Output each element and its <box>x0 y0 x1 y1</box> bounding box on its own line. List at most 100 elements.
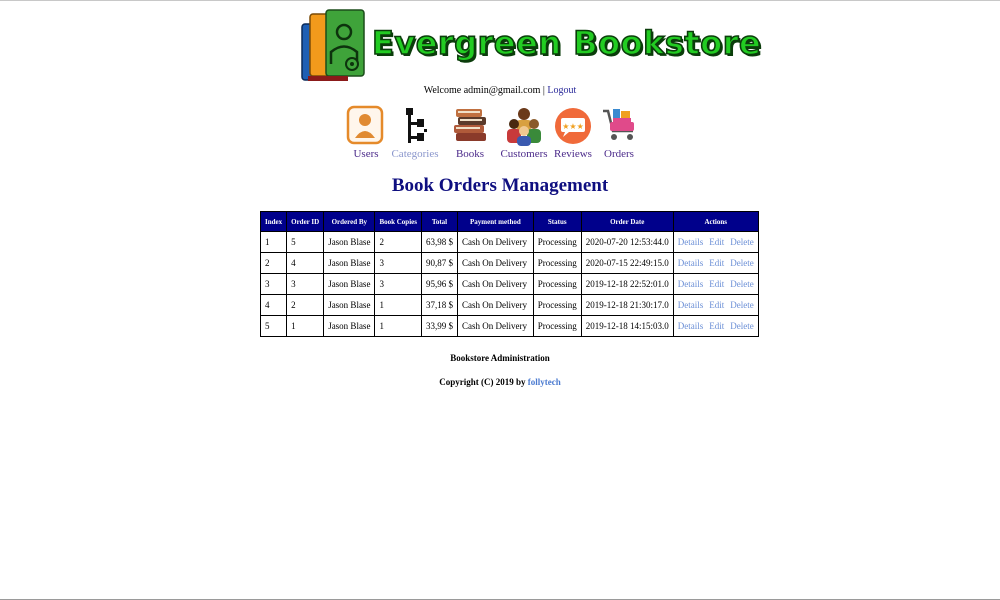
delete-link[interactable]: Delete <box>730 300 753 310</box>
cell-copies: 3 <box>374 273 422 295</box>
details-link[interactable]: Details <box>678 237 704 247</box>
table-row: 1 5 Jason Blase 2 63,98 $ Cash On Delive… <box>259 231 759 253</box>
column-header-actions: Actions <box>672 211 759 232</box>
cell-actions: Details Edit Delete <box>672 273 759 295</box>
cell-copies: 3 <box>374 252 422 274</box>
cell-status: Processing <box>532 252 582 274</box>
cell-payment: Cash On Delivery <box>456 273 534 295</box>
table-header-row: Index Order ID Ordered By Book Copies To… <box>259 211 759 232</box>
edit-link[interactable]: Edit <box>709 300 724 310</box>
column-header-status: Status <box>532 211 582 232</box>
cell-payment: Cash On Delivery <box>456 231 534 253</box>
delete-link[interactable]: Delete <box>730 321 753 331</box>
book-stack-icon <box>454 109 486 141</box>
cell-total: 90,87 $ <box>420 252 458 274</box>
cell-order-date: 2019-12-18 22:52:01.0 <box>580 273 674 295</box>
delete-link[interactable]: Delete <box>730 237 753 247</box>
cell-total: 95,96 $ <box>420 273 458 295</box>
cell-status: Processing <box>532 231 582 253</box>
separator: | <box>542 85 545 96</box>
cell-total: 63,98 $ <box>420 231 458 253</box>
user-icon <box>346 105 384 145</box>
cell-ordered-by: Jason Blase <box>323 273 376 295</box>
cell-order-date: 2020-07-20 12:53:44.0 <box>580 231 674 253</box>
cell-order-id: 4 <box>286 252 325 274</box>
nav-item-books[interactable]: Books <box>442 105 498 160</box>
logout-link[interactable]: Logout <box>547 85 576 96</box>
svg-text:★★★: ★★★ <box>562 122 584 131</box>
delete-link[interactable]: Delete <box>730 279 753 289</box>
details-link[interactable]: Details <box>678 321 704 331</box>
copyright-text: Copyright (C) 2019 by <box>439 377 526 387</box>
cell-index: 1 <box>259 231 288 253</box>
cell-actions: Details Edit Delete <box>672 231 759 253</box>
author-link[interactable]: follytech <box>528 377 561 387</box>
nav-label-customers: Customers <box>500 148 548 160</box>
column-header-order-id: Order ID <box>286 211 325 232</box>
brand-header: Evergreen Bookstore <box>300 8 761 84</box>
nav-label-categories: Categories <box>391 148 439 160</box>
books-admin-logo-icon[interactable] <box>300 8 368 84</box>
cell-ordered-by: Jason Blase <box>323 315 376 337</box>
nav-item-users[interactable]: Users <box>338 105 394 160</box>
cell-status: Processing <box>532 315 582 337</box>
column-header-book-copies: Book Copies <box>374 211 422 232</box>
cell-total: 33,99 $ <box>420 315 458 337</box>
cell-total: 37,18 $ <box>420 294 458 316</box>
cell-payment: Cash On Delivery <box>456 315 534 337</box>
table-row: 4 2 Jason Blase 1 37,18 $ Cash On Delive… <box>259 294 759 316</box>
column-header-total: Total <box>420 211 458 232</box>
delete-link[interactable]: Delete <box>730 258 753 268</box>
cell-ordered-by: Jason Blase <box>323 231 376 253</box>
cell-order-date: 2020-07-15 22:49:15.0 <box>580 252 674 274</box>
nav-item-categories[interactable]: Categories <box>387 105 443 160</box>
cell-status: Processing <box>532 294 582 316</box>
cell-copies: 2 <box>374 231 422 253</box>
page-title: Book Orders Management <box>391 175 609 196</box>
cell-order-id: 3 <box>286 273 325 295</box>
cell-index: 4 <box>259 294 288 316</box>
cell-payment: Cash On Delivery <box>456 294 534 316</box>
table-row: 3 3 Jason Blase 3 95,96 $ Cash On Delive… <box>259 273 759 295</box>
cell-actions: Details Edit Delete <box>672 294 759 316</box>
cell-status: Processing <box>532 273 582 295</box>
edit-link[interactable]: Edit <box>709 258 724 268</box>
cell-actions: Details Edit Delete <box>672 315 759 337</box>
category-tree-icon <box>406 108 427 143</box>
cell-order-date: 2019-12-18 21:30:17.0 <box>580 294 674 316</box>
cell-order-id: 5 <box>286 231 325 253</box>
cell-order-id: 1 <box>286 315 325 337</box>
cell-actions: Details Edit Delete <box>672 252 759 274</box>
edit-link[interactable]: Edit <box>709 279 724 289</box>
details-link[interactable]: Details <box>678 279 704 289</box>
footer-title: Bookstore Administration <box>450 353 550 363</box>
cell-index: 2 <box>259 252 288 274</box>
details-link[interactable]: Details <box>678 300 704 310</box>
cell-index: 3 <box>259 273 288 295</box>
shopping-cart-icon <box>603 109 634 140</box>
nav-label-users: Users <box>353 148 379 160</box>
cell-order-date: 2019-12-18 14:15:03.0 <box>580 315 674 337</box>
cell-ordered-by: Jason Blase <box>323 252 376 274</box>
nav-item-orders[interactable]: Orders <box>591 105 647 160</box>
table-row: 2 4 Jason Blase 3 90,87 $ Cash On Delive… <box>259 252 759 274</box>
nav-item-customers[interactable]: Customers <box>496 105 552 160</box>
nav-label-orders: Orders <box>604 148 634 160</box>
user-email: admin@gmail.com <box>463 85 541 96</box>
cell-index: 5 <box>259 315 288 337</box>
welcome-bar: Welcome admin@gmail.com | Logout <box>0 85 1000 96</box>
edit-link[interactable]: Edit <box>709 321 724 331</box>
reviews-stars-icon: ★★★ <box>555 108 591 144</box>
details-link[interactable]: Details <box>678 258 704 268</box>
brand-title: Evergreen Bookstore <box>371 23 762 63</box>
customers-group-icon <box>507 108 541 146</box>
footer-copyright: Copyright (C) 2019 by follytech <box>0 377 1000 387</box>
cell-ordered-by: Jason Blase <box>323 294 376 316</box>
top-border <box>0 0 1000 1</box>
column-header-payment-method: Payment method <box>456 211 534 232</box>
column-header-order-date: Order Date <box>580 211 674 232</box>
edit-link[interactable]: Edit <box>709 237 724 247</box>
cell-copies: 1 <box>374 294 422 316</box>
orders-table: Index Order ID Ordered By Book Copies To… <box>259 211 759 337</box>
table-row: 5 1 Jason Blase 1 33,99 $ Cash On Delive… <box>259 315 759 337</box>
